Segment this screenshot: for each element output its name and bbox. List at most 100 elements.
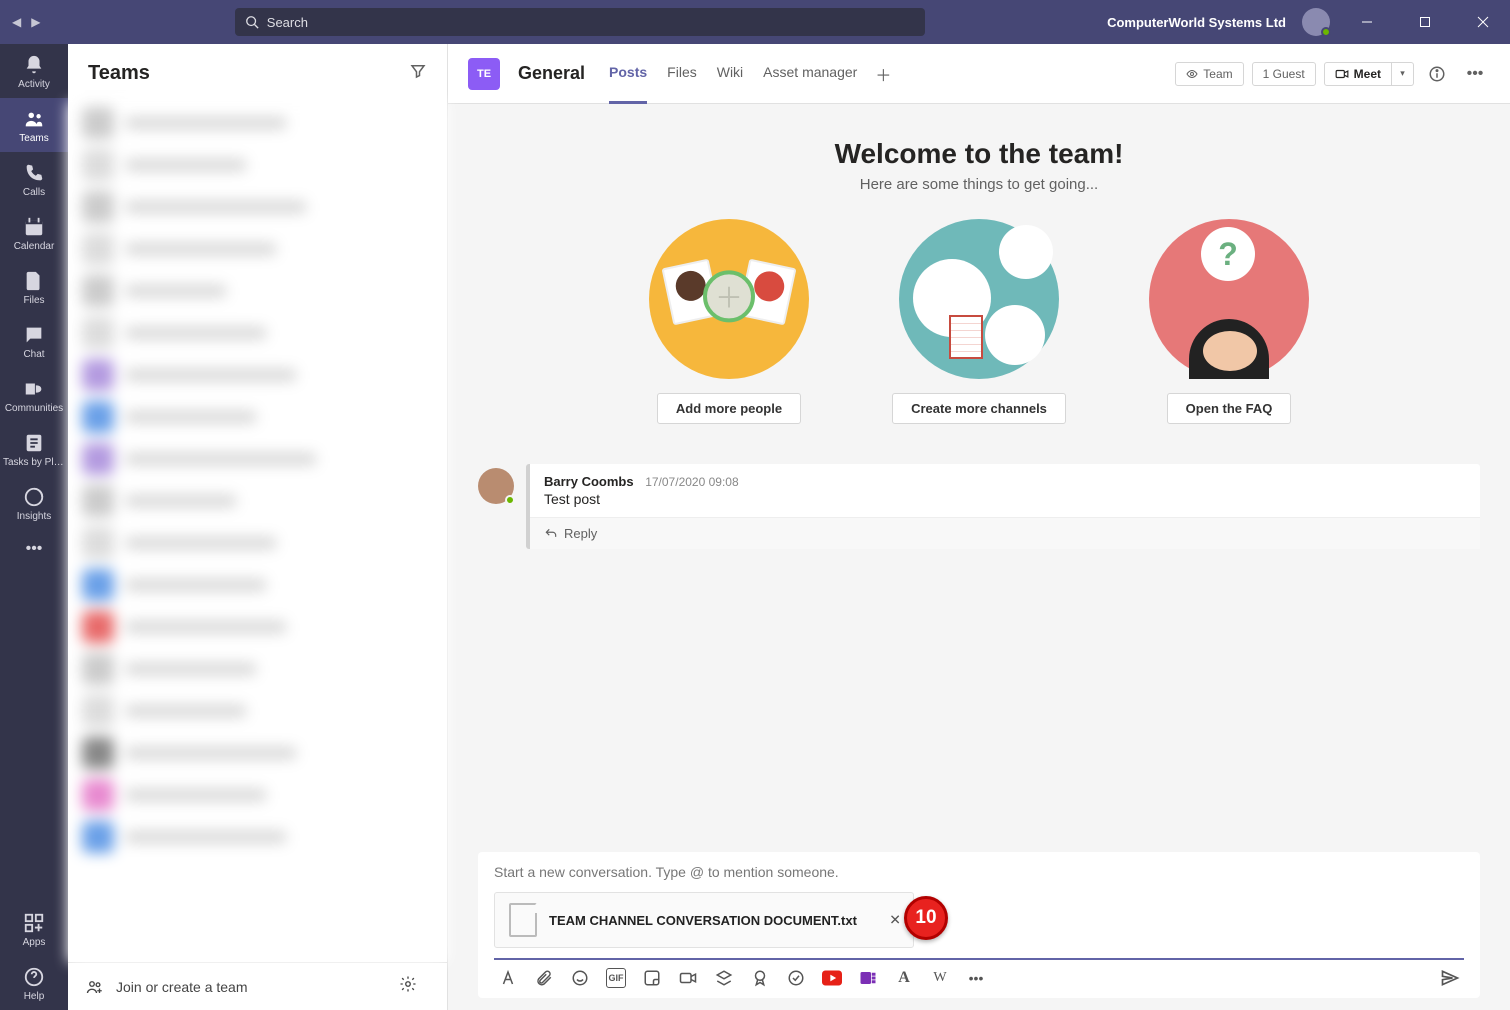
apps-icon bbox=[23, 912, 45, 934]
onenote-icon bbox=[859, 969, 877, 987]
badge-icon bbox=[751, 969, 769, 987]
youtube-button[interactable] bbox=[822, 968, 842, 988]
send-button[interactable] bbox=[1440, 968, 1460, 988]
tab-posts[interactable]: Posts bbox=[609, 44, 647, 104]
current-user-avatar[interactable] bbox=[1302, 8, 1330, 36]
reply-icon bbox=[544, 527, 558, 541]
channel-name: General bbox=[518, 63, 585, 84]
rail-apps[interactable]: Apps bbox=[0, 902, 68, 956]
composer[interactable]: Start a new conversation. Type @ to ment… bbox=[478, 852, 1480, 998]
sticker-icon bbox=[643, 969, 661, 987]
window-minimize[interactable] bbox=[1346, 0, 1388, 44]
team-chip[interactable]: Team bbox=[1175, 62, 1243, 86]
tab-wiki[interactable]: Wiki bbox=[717, 44, 743, 104]
open-faq-illustration: ? bbox=[1149, 219, 1309, 379]
welcome-subtitle: Here are some things to get going... bbox=[448, 176, 1510, 193]
paperclip-icon bbox=[535, 969, 553, 987]
search-placeholder: Search bbox=[267, 15, 308, 30]
reply-button[interactable]: Reply bbox=[530, 517, 1480, 549]
yammer-icon bbox=[23, 378, 45, 400]
nav-forward[interactable]: ▶ bbox=[31, 15, 40, 29]
app-rail: Activity Teams Calls Calendar Files Chat… bbox=[0, 44, 68, 1010]
rail-calendar[interactable]: Calendar bbox=[0, 206, 68, 260]
filter-button[interactable] bbox=[409, 62, 427, 85]
help-icon bbox=[23, 966, 45, 988]
stream-button[interactable] bbox=[714, 968, 734, 988]
stream-icon bbox=[715, 969, 733, 987]
onenote-button[interactable] bbox=[858, 968, 878, 988]
guest-chip[interactable]: 1 Guest bbox=[1252, 62, 1316, 86]
tab-files[interactable]: Files bbox=[667, 44, 697, 104]
approve-button[interactable] bbox=[786, 968, 806, 988]
search-input[interactable]: Search bbox=[235, 8, 925, 36]
more-apps-button[interactable]: ••• bbox=[966, 968, 986, 988]
message-timestamp: 17/07/2020 09:08 bbox=[645, 475, 738, 489]
meet-button[interactable]: Meet bbox=[1324, 62, 1392, 86]
manage-teams-button[interactable] bbox=[399, 975, 429, 998]
welcome-title: Welcome to the team! bbox=[448, 138, 1510, 170]
open-faq-button[interactable]: Open the FAQ bbox=[1167, 393, 1292, 424]
rail-insights[interactable]: Insights bbox=[0, 476, 68, 530]
nav-back[interactable]: ◀ bbox=[12, 15, 21, 29]
remove-attachment-button[interactable]: ✕ bbox=[889, 912, 901, 929]
welcome-section: Welcome to the team! Here are some thing… bbox=[448, 104, 1510, 450]
calendar-icon bbox=[23, 216, 45, 238]
composer-toolbar: GIF A W ••• bbox=[494, 960, 1464, 998]
add-people-illustration: ＋ bbox=[649, 219, 809, 379]
video-icon bbox=[679, 969, 697, 987]
channel-info-button[interactable] bbox=[1422, 59, 1452, 89]
teams-icon bbox=[23, 108, 45, 130]
send-icon bbox=[1440, 968, 1460, 988]
titlebar: ◀ ▶ Search ComputerWorld Systems Ltd bbox=[0, 0, 1510, 44]
font-app-button[interactable]: A bbox=[894, 968, 914, 988]
create-channels-button[interactable]: Create more channels bbox=[892, 393, 1066, 424]
author-avatar[interactable] bbox=[478, 468, 514, 504]
attach-button[interactable] bbox=[534, 968, 554, 988]
teams-panel: Teams Join bbox=[68, 44, 448, 1010]
rail-chat[interactable]: Chat bbox=[0, 314, 68, 368]
approve-icon bbox=[787, 969, 805, 987]
wiki-app-button[interactable]: W bbox=[930, 968, 950, 988]
composer-placeholder: Start a new conversation. Type @ to ment… bbox=[494, 864, 1464, 880]
add-tab-button[interactable]: ＋ bbox=[875, 62, 891, 86]
join-team-icon bbox=[86, 978, 104, 996]
chat-icon bbox=[23, 324, 45, 346]
add-people-button[interactable]: Add more people bbox=[657, 393, 801, 424]
message-author: Barry Coombs bbox=[544, 474, 634, 489]
presence-available-icon bbox=[505, 495, 515, 505]
meet-now-button[interactable] bbox=[678, 968, 698, 988]
attachment-chip: TEAM CHANNEL CONVERSATION DOCUMENT.txt ✕ bbox=[494, 892, 914, 948]
eye-icon bbox=[1186, 68, 1198, 80]
rail-activity[interactable]: Activity bbox=[0, 44, 68, 98]
youtube-icon bbox=[822, 970, 842, 986]
info-icon bbox=[1428, 65, 1446, 83]
rail-teams[interactable]: Teams bbox=[0, 98, 68, 152]
org-name: ComputerWorld Systems Ltd bbox=[1107, 15, 1286, 30]
join-team-button[interactable]: Join or create a team bbox=[116, 979, 248, 995]
window-close[interactable] bbox=[1462, 0, 1504, 44]
panel-title: Teams bbox=[88, 62, 150, 85]
filter-icon bbox=[409, 62, 427, 80]
rail-tasks[interactable]: Tasks by Pla... bbox=[0, 422, 68, 476]
rail-communities[interactable]: Communities bbox=[0, 368, 68, 422]
rail-more[interactable]: ••• bbox=[0, 530, 68, 566]
sticker-button[interactable] bbox=[642, 968, 662, 988]
praise-button[interactable] bbox=[750, 968, 770, 988]
phone-icon bbox=[23, 162, 45, 184]
format-icon bbox=[499, 969, 517, 987]
meet-dropdown[interactable]: ▾ bbox=[1392, 62, 1414, 86]
team-badge: TE bbox=[468, 58, 500, 90]
channel-more-button[interactable]: ••• bbox=[1460, 59, 1490, 89]
tasks-icon bbox=[23, 432, 45, 454]
tab-asset-manager[interactable]: Asset manager bbox=[763, 44, 857, 104]
emoji-button[interactable] bbox=[570, 968, 590, 988]
video-icon bbox=[1335, 67, 1349, 81]
window-maximize[interactable] bbox=[1404, 0, 1446, 44]
messages: Barry Coombs 17/07/2020 09:08 Test post … bbox=[448, 450, 1510, 563]
rail-files[interactable]: Files bbox=[0, 260, 68, 314]
gif-button[interactable]: GIF bbox=[606, 968, 626, 988]
rail-calls[interactable]: Calls bbox=[0, 152, 68, 206]
content-area: TE General Posts Files Wiki Asset manage… bbox=[448, 44, 1510, 1010]
format-button[interactable] bbox=[498, 968, 518, 988]
rail-help[interactable]: Help bbox=[0, 956, 68, 1010]
